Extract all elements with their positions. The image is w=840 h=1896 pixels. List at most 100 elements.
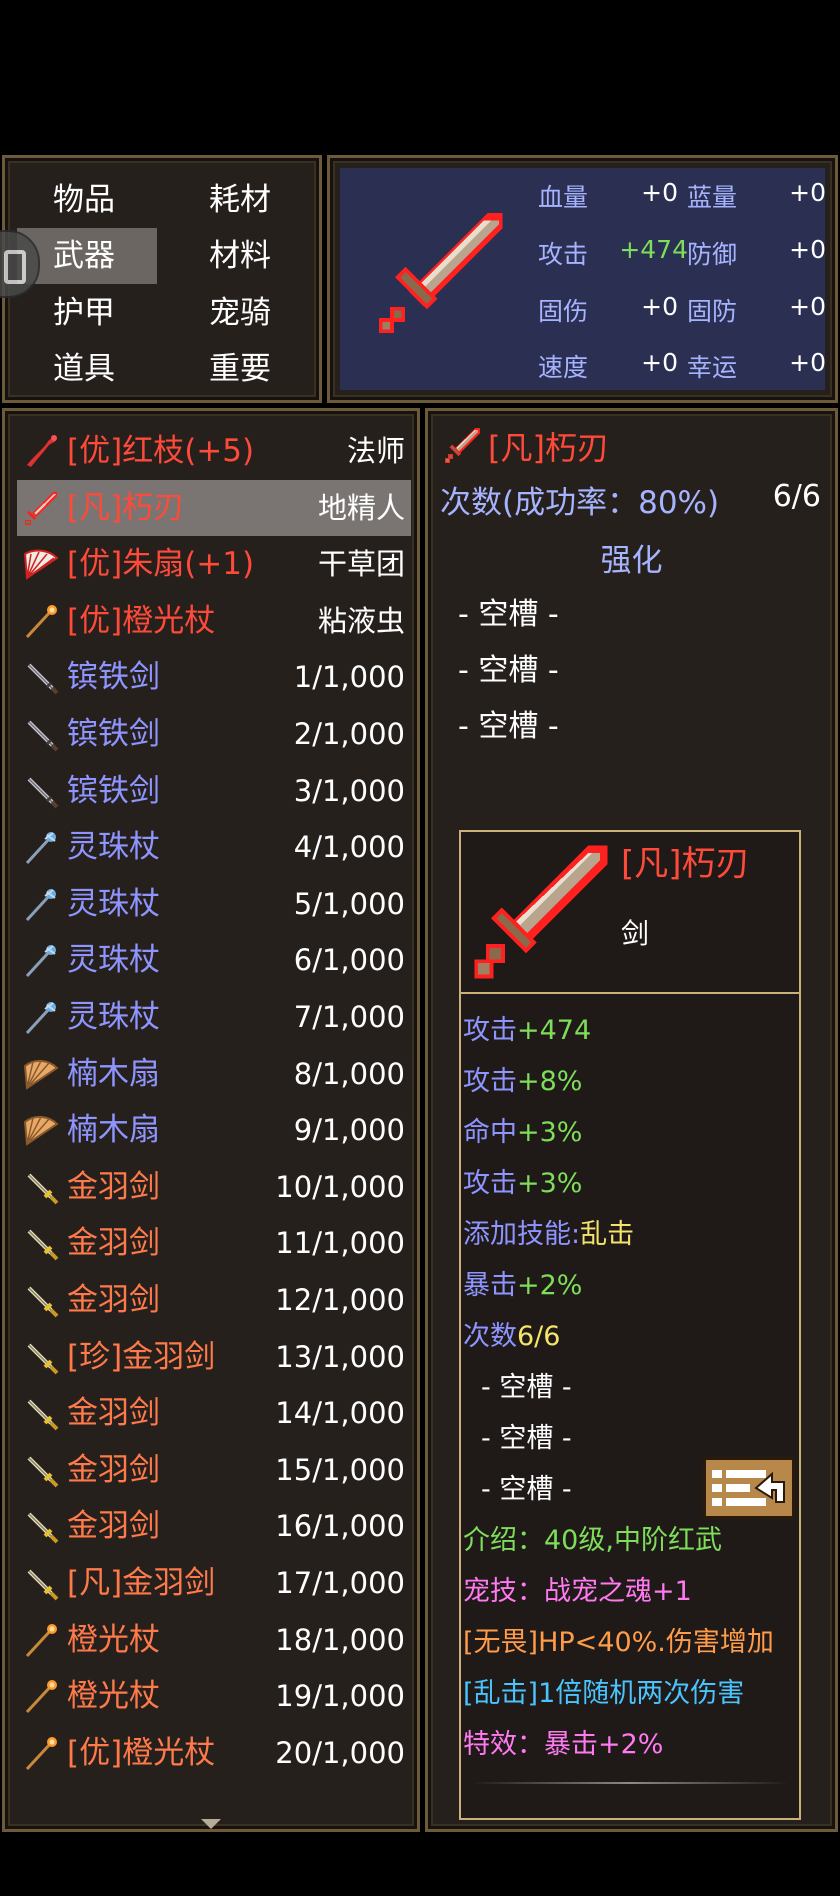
- item-name: 灵珠杖: [67, 885, 160, 922]
- upgrade-count-label: 次数(成功率：80%): [440, 485, 720, 521]
- pearl-staff-icon: [25, 1002, 56, 1035]
- list-item[interactable]: 灵珠杖 4/1,000: [17, 819, 411, 875]
- stat-atk-value: +474: [619, 235, 688, 264]
- list-item[interactable]: 金羽剑 10/1,000: [17, 1159, 411, 1215]
- item-name: [优]橙光杖: [67, 602, 216, 639]
- list-item[interactable]: 楠木扇 9/1,000: [17, 1102, 411, 1158]
- pearl-staff-icon: [25, 832, 56, 865]
- tooltip-slot: - 空槽 -: [481, 1474, 572, 1505]
- list-item[interactable]: [凡]朽刃 地精人: [17, 479, 411, 536]
- orange-staff-icon: [25, 1623, 57, 1657]
- item-name: 橙光杖: [67, 1678, 160, 1715]
- list-item[interactable]: 灵珠杖 7/1,000: [17, 989, 411, 1045]
- tooltip-sword-icon: [474, 845, 608, 979]
- enhance-slot[interactable]: - 空槽 -: [458, 701, 559, 745]
- item-value: 13/1,000: [275, 1339, 405, 1374]
- tooltip-fearless: [无畏]HP<40%.伤害增加: [463, 1627, 774, 1658]
- item-value: 地精人: [317, 490, 405, 525]
- item-name: 金羽剑: [67, 1508, 160, 1545]
- return-button[interactable]: [703, 1457, 795, 1519]
- stat-hp-value: +0: [641, 178, 678, 207]
- stat-fixed-damage-value: +0: [641, 292, 678, 321]
- item-name: 金羽剑: [67, 1451, 160, 1488]
- item-value: 5/1,000: [293, 886, 405, 921]
- tooltip-attr: 攻击+474: [463, 1015, 592, 1046]
- list-item[interactable]: 灵珠杖 5/1,000: [17, 876, 411, 932]
- item-value: 16/1,000: [275, 1509, 405, 1544]
- list-item[interactable]: 金羽剑 11/1,000: [17, 1215, 411, 1271]
- stat-mp-value: +0: [789, 178, 826, 207]
- list-item[interactable]: 金羽剑 14/1,000: [17, 1385, 411, 1441]
- item-value: 12/1,000: [275, 1283, 405, 1317]
- item-value: 2/1,000: [293, 717, 405, 751]
- item-name: 灵珠杖: [67, 942, 160, 979]
- gold-sword-icon: [27, 1286, 59, 1318]
- tooltip-item-name: [凡]朽刃: [621, 844, 750, 884]
- gold-sword-icon: [27, 1399, 59, 1431]
- iron-sword-icon: [27, 720, 59, 752]
- list-item[interactable]: [凡]金羽剑 17/1,000: [17, 1555, 411, 1611]
- wood-fan-icon: [23, 1059, 59, 1090]
- item-name: [优]红枝(+5): [67, 433, 255, 469]
- list-item[interactable]: 镔铁剑 1/1,000: [17, 649, 411, 705]
- stat-luck-label: 幸运: [687, 353, 738, 382]
- list-item[interactable]: 镔铁剑 2/1,000: [17, 706, 411, 762]
- category-consumables[interactable]: 耗材: [173, 172, 313, 228]
- tooltip-count: 次数6/6: [463, 1321, 561, 1352]
- stat-def-label: 防御: [687, 240, 738, 269]
- list-item[interactable]: [优]红枝(+5) 法师: [17, 423, 411, 479]
- list-item[interactable]: [珍]金羽剑 13/1,000: [17, 1329, 411, 1385]
- category-props[interactable]: 道具: [17, 341, 157, 397]
- tooltip-effect: 特效：暴击+2%: [463, 1729, 664, 1760]
- list-item[interactable]: [优]橙光杖 粘液虫: [17, 593, 411, 649]
- category-materials[interactable]: 材料: [173, 228, 313, 284]
- detail-panel: [凡]朽刃 次数(成功率：80%) 6/6 强化 - 空槽 - - 空槽 - -…: [425, 408, 838, 1832]
- enhance-slot[interactable]: - 空槽 -: [458, 589, 559, 633]
- list-item[interactable]: 金羽剑 16/1,000: [17, 1498, 411, 1554]
- item-name: [凡]金羽剑: [67, 1565, 216, 1601]
- orange-staff-icon: [25, 604, 57, 638]
- enhance-slot[interactable]: - 空槽 -: [458, 645, 559, 689]
- item-value: 3/1,000: [293, 773, 405, 808]
- list-item[interactable]: 灵珠杖 6/1,000: [17, 932, 411, 988]
- upgrade-count-value: 6/6: [772, 479, 821, 514]
- pearl-staff-icon: [25, 945, 56, 978]
- sword-icon: [25, 491, 57, 525]
- item-name: 镔铁剑: [67, 659, 160, 696]
- stat-mp-label: 蓝量: [687, 183, 738, 212]
- tooltip-pet-skill: 宠技：战宠之魂+1: [463, 1576, 692, 1607]
- gold-sword-icon: [27, 1569, 59, 1601]
- gold-sword-icon: [27, 1229, 59, 1261]
- tooltip-chaos-strike: [乱击]1倍随机两次伤害: [463, 1678, 745, 1709]
- list-item[interactable]: 金羽剑 12/1,000: [17, 1272, 411, 1328]
- scroll-down-icon[interactable]: [201, 1819, 221, 1829]
- list-item[interactable]: 楠木扇 8/1,000: [17, 1046, 411, 1102]
- item-value: 18/1,000: [275, 1622, 405, 1657]
- list-item[interactable]: 橙光杖 18/1,000: [17, 1612, 411, 1668]
- enhance-button[interactable]: 强化: [428, 535, 835, 580]
- list-item[interactable]: [优]朱扇(+1) 干草团: [17, 536, 411, 592]
- item-name: 灵珠杖: [67, 829, 160, 866]
- item-name: [优]朱扇(+1): [67, 546, 255, 583]
- item-value: 1/1,000: [293, 660, 405, 695]
- stat-hp-label: 血量: [538, 183, 589, 212]
- tooltip-header: [凡]朽刃 剑: [461, 832, 799, 994]
- item-value: 14/1,000: [275, 1396, 405, 1431]
- item-value: 10/1,000: [275, 1169, 405, 1204]
- category-items[interactable]: 物品: [17, 172, 157, 228]
- category-mounts[interactable]: 宠骑: [173, 285, 313, 341]
- item-name: 灵珠杖: [67, 999, 160, 1035]
- item-name: 楠木扇: [67, 1055, 160, 1092]
- item-value: 粘液虫: [317, 603, 405, 638]
- list-item[interactable]: 金羽剑 15/1,000: [17, 1442, 411, 1498]
- tooltip-attr: 暴击+2%: [463, 1270, 583, 1301]
- list-item[interactable]: 镔铁剑 3/1,000: [17, 763, 411, 819]
- list-item[interactable]: 橙光杖 19/1,000: [17, 1668, 411, 1724]
- tooltip-intro: 介绍：40级,中阶红武: [463, 1525, 722, 1556]
- tooltip-skill: 添加技能:乱击: [463, 1219, 635, 1250]
- tooltip-attr: 攻击+8%: [463, 1066, 583, 1097]
- gold-sword-icon: [27, 1456, 59, 1488]
- category-important[interactable]: 重要: [173, 341, 313, 397]
- list-item[interactable]: [优]橙光杖 20/1,000: [17, 1725, 411, 1781]
- category-armor[interactable]: 护甲: [17, 285, 157, 341]
